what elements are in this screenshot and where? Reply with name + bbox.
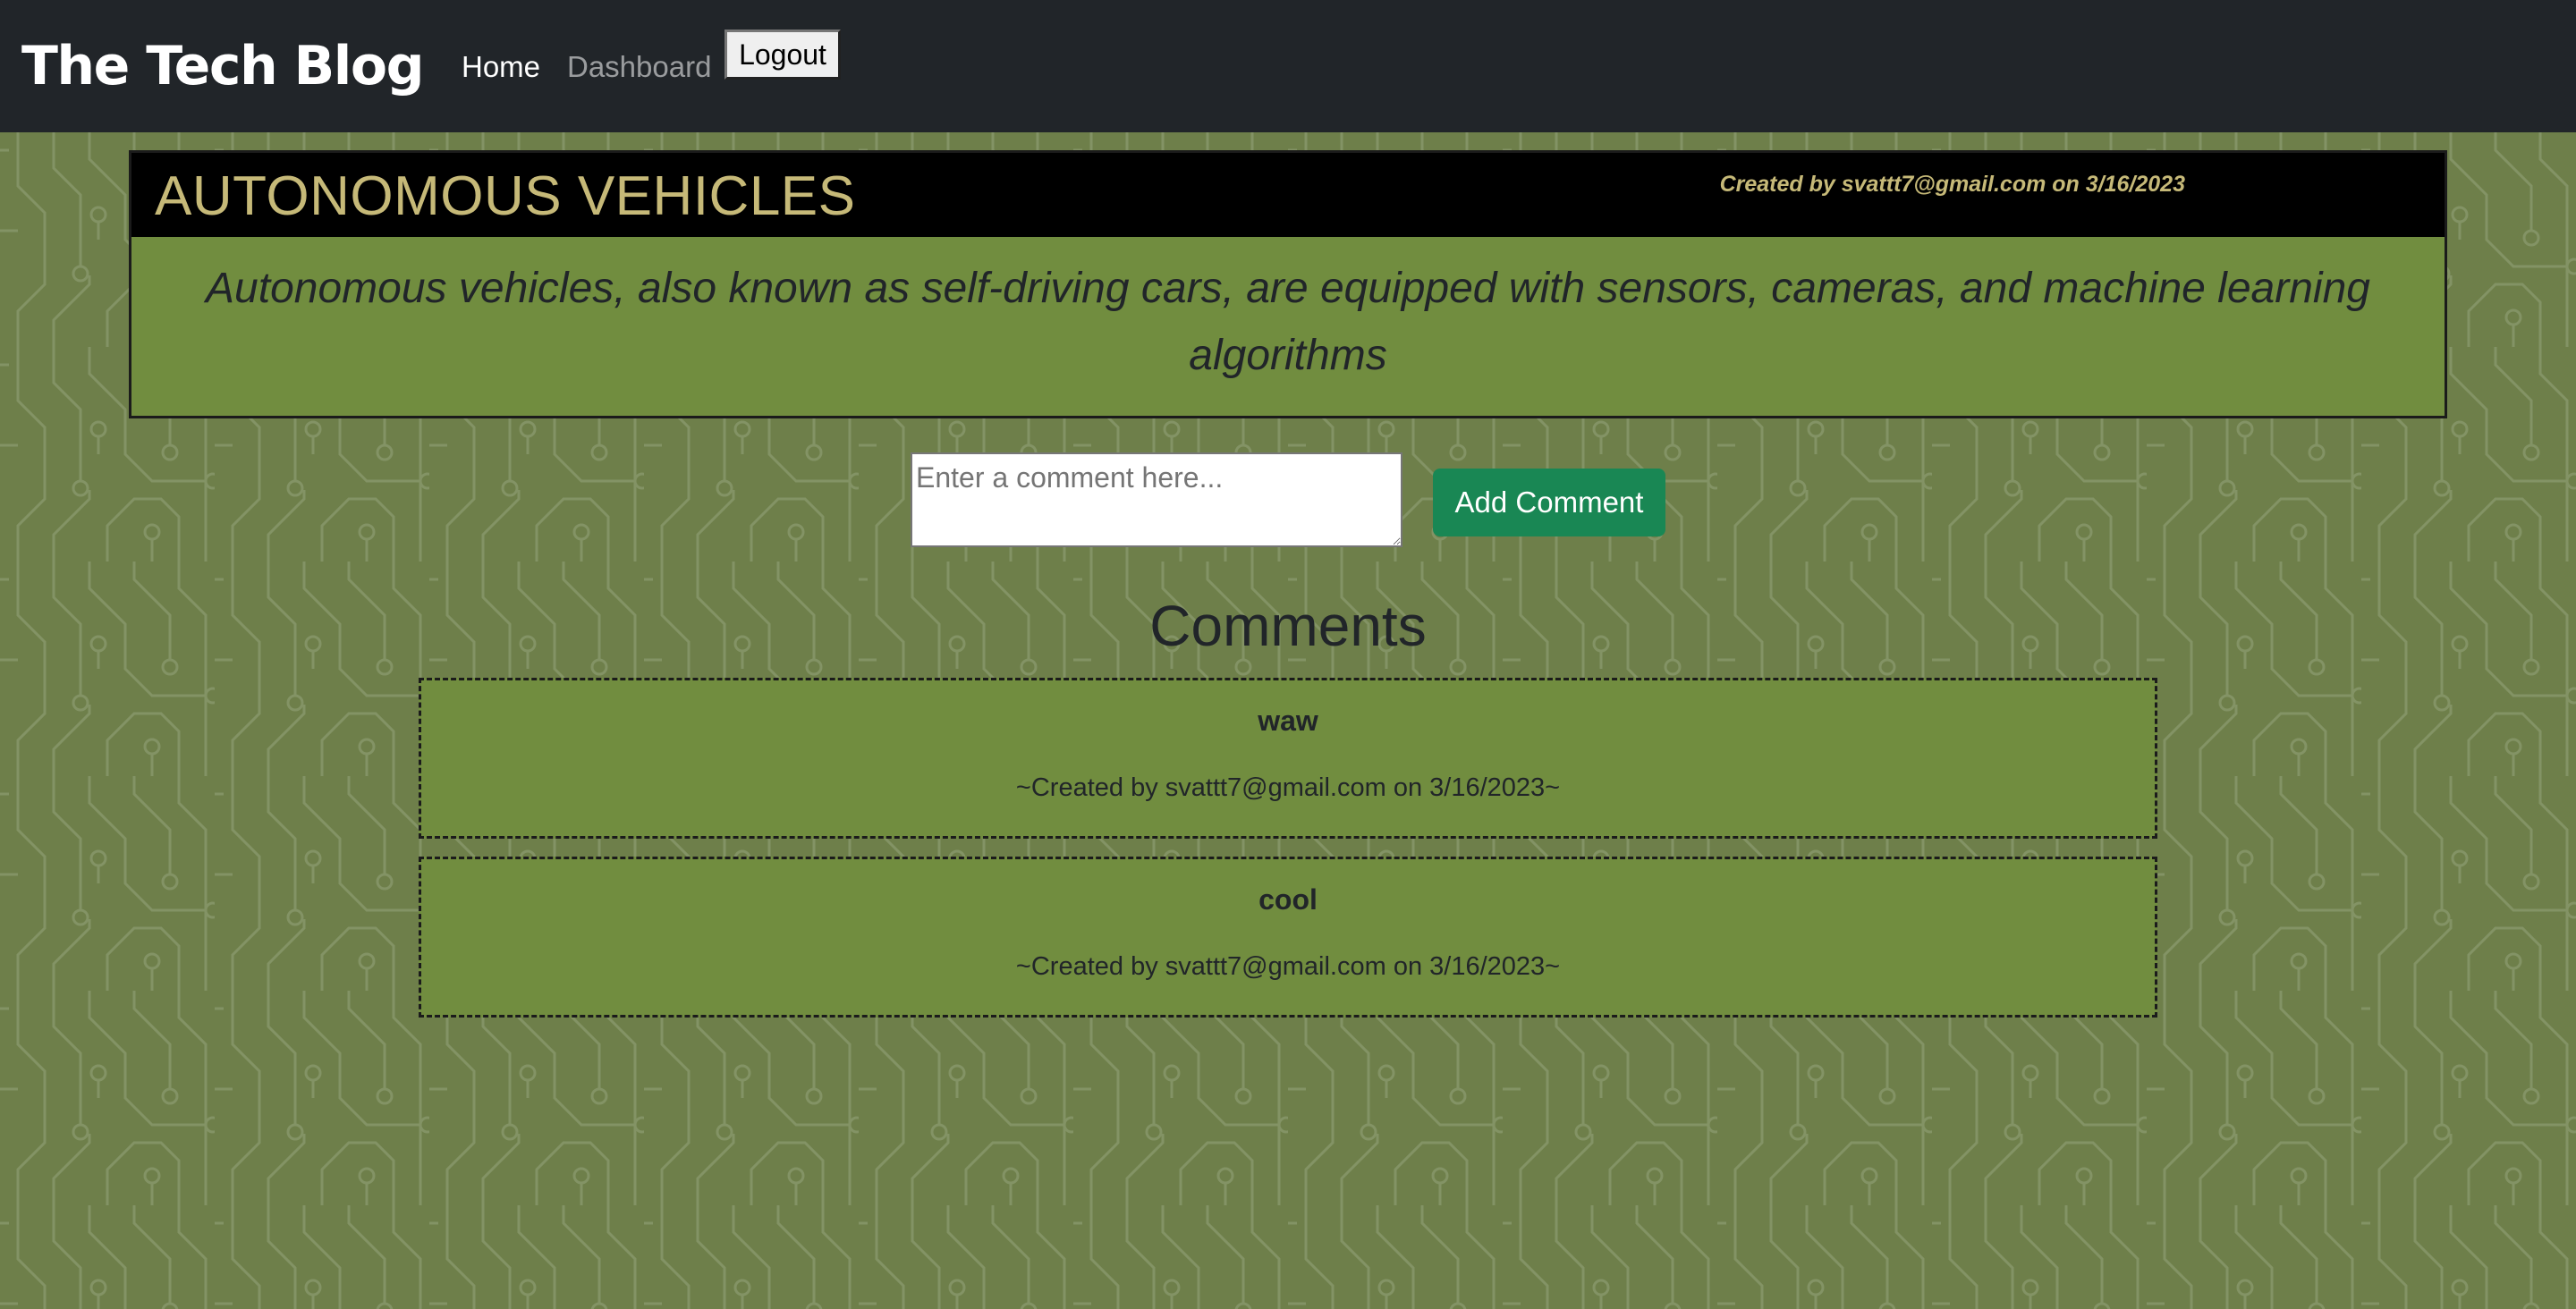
comment-text: cool <box>1258 883 1318 916</box>
nav-link-home[interactable]: Home <box>462 46 540 88</box>
nav-link-dashboard[interactable]: Dashboard <box>567 46 711 88</box>
comment-text: waw <box>1258 705 1318 737</box>
post-header: AUTONOMOUS VEHICLES Created by svattt7@g… <box>131 153 2445 237</box>
comment-input[interactable] <box>911 452 1402 547</box>
post-meta: Created by svattt7@gmail.com on 3/16/202… <box>1719 172 2185 197</box>
comment-meta: ~Created by svattt7@gmail.com on 3/16/20… <box>1015 773 1561 802</box>
add-comment-button[interactable]: Add Comment <box>1433 469 1665 536</box>
logout-button[interactable]: Logout <box>724 30 841 80</box>
post-card: AUTONOMOUS VEHICLES Created by svattt7@g… <box>129 150 2447 418</box>
comment-card: waw ~Created by svattt7@gmail.com on 3/1… <box>419 678 2157 839</box>
comments-heading: Comments <box>1149 594 1427 658</box>
post-body: Autonomous vehicles, also known as self-… <box>206 265 2370 379</box>
comment-meta: ~Created by svattt7@gmail.com on 3/16/20… <box>1015 952 1561 981</box>
comment-card: cool ~Created by svattt7@gmail.com on 3/… <box>419 857 2157 1018</box>
top-navbar: The Tech Blog Home Dashboard Logout <box>0 0 2576 132</box>
post-title: AUTONOMOUS VEHICLES <box>155 165 856 227</box>
brand-logo[interactable]: The Tech Blog <box>21 30 425 102</box>
